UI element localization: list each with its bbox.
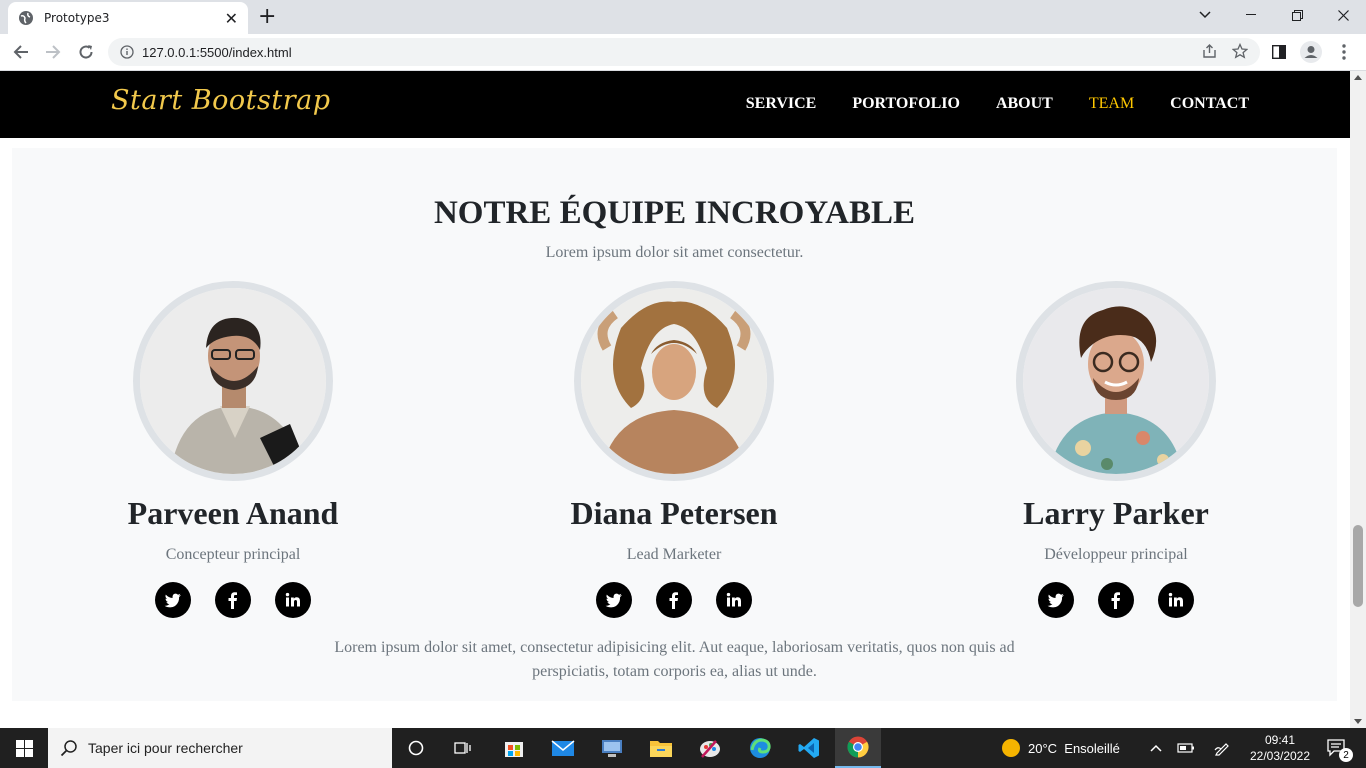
- url-text: 127.0.0.1:5500/index.html: [142, 44, 292, 60]
- nav-links: SERVICE PORTOFOLIO ABOUT TEAM CONTACT: [746, 95, 1249, 113]
- nav-link-about[interactable]: ABOUT: [996, 95, 1053, 113]
- control-panel-icon[interactable]: [589, 728, 635, 768]
- page-viewport: Start Bootstrap SERVICE PORTOFOLIO ABOUT…: [0, 71, 1350, 728]
- battery-icon[interactable]: [1176, 728, 1196, 768]
- twitter-icon: [605, 593, 622, 608]
- section-heading: NOTRE ÉQUIPE INCROYABLE: [433, 195, 916, 231]
- tray-chevron-up-icon[interactable]: [1146, 728, 1166, 768]
- facebook-button[interactable]: [656, 582, 692, 618]
- facebook-button[interactable]: [1098, 582, 1134, 618]
- twitter-button[interactable]: [1038, 582, 1074, 618]
- facebook-icon: [1111, 592, 1120, 609]
- close-tab-icon[interactable]: ✕: [225, 9, 238, 28]
- back-arrow-icon[interactable]: [9, 40, 33, 64]
- linkedin-icon: [1168, 592, 1183, 607]
- social-links: [62, 582, 404, 618]
- linkedin-button[interactable]: [1158, 582, 1194, 618]
- nav-link-contact[interactable]: CONTACT: [1170, 95, 1249, 113]
- more-menu-icon[interactable]: [1332, 40, 1356, 64]
- search-placeholder: Taper ici pour rechercher: [88, 740, 243, 756]
- tab-title: Prototype3: [44, 11, 110, 25]
- facebook-button[interactable]: [215, 582, 251, 618]
- restore-icon[interactable]: [1274, 0, 1320, 30]
- team-section: NOTRE ÉQUIPE INCROYABLE Lorem ipsum dolo…: [12, 148, 1337, 701]
- social-links: [503, 582, 845, 618]
- linkedin-icon: [726, 592, 741, 607]
- linkedin-button[interactable]: [716, 582, 752, 618]
- share-icon[interactable]: [1202, 43, 1218, 59]
- minimize-icon[interactable]: [1228, 0, 1274, 30]
- avatar: [133, 281, 333, 481]
- cortana-icon[interactable]: [393, 728, 439, 768]
- twitter-button[interactable]: [596, 582, 632, 618]
- mail-icon[interactable]: [540, 728, 586, 768]
- avatar: [574, 281, 774, 481]
- site-navbar: Start Bootstrap SERVICE PORTOFOLIO ABOUT…: [0, 71, 1350, 138]
- page-scrollbar[interactable]: [1350, 71, 1366, 728]
- site-info-icon[interactable]: [120, 45, 134, 59]
- forward-arrow-icon[interactable]: [41, 40, 65, 64]
- new-tab-icon[interactable]: +: [258, 4, 276, 30]
- edge-browser-icon[interactable]: [737, 728, 783, 768]
- task-view-icon[interactable]: [440, 728, 486, 768]
- member-role: Développeur principal: [1044, 546, 1188, 563]
- twitter-button[interactable]: [155, 582, 191, 618]
- scroll-down-arrow-icon[interactable]: [1354, 719, 1362, 724]
- browser-tab[interactable]: Prototype3 ✕: [8, 2, 248, 34]
- brand-logo[interactable]: Start Bootstrap: [111, 85, 330, 116]
- weather-widget[interactable]: 20°C Ensoleillé: [1002, 728, 1120, 768]
- taskbar-search-box[interactable]: Taper ici pour rechercher: [48, 728, 392, 768]
- linkedin-button[interactable]: [275, 582, 311, 618]
- globe-icon: [19, 11, 33, 25]
- twitter-icon: [1047, 593, 1064, 608]
- notification-center-icon[interactable]: 2: [1322, 728, 1353, 768]
- search-icon: [60, 740, 77, 757]
- social-links: [945, 582, 1287, 618]
- avatar: [1016, 281, 1216, 481]
- nav-link-portofolio[interactable]: PORTOFOLIO: [852, 95, 960, 113]
- pen-workspace-icon[interactable]: [1212, 728, 1232, 768]
- browser-tab-bar: Prototype3 ✕ +: [0, 0, 1366, 34]
- windows-taskbar: Taper ici pour rechercher 20°C Ensoleill…: [0, 728, 1366, 768]
- nav-link-team[interactable]: TEAM: [1089, 95, 1134, 113]
- microsoft-store-icon[interactable]: [491, 728, 537, 768]
- browser-toolbar: 127.0.0.1:5500/index.html: [0, 34, 1366, 71]
- member-role: Lead Marketer: [626, 546, 722, 563]
- file-explorer-icon[interactable]: [638, 728, 684, 768]
- clock-time: 09:41: [1264, 733, 1296, 747]
- reload-icon[interactable]: [74, 40, 98, 64]
- chrome-browser-icon[interactable]: [835, 728, 881, 768]
- close-window-icon[interactable]: [1320, 0, 1366, 30]
- twitter-icon: [164, 593, 181, 608]
- nav-link-service[interactable]: SERVICE: [746, 95, 817, 113]
- sun-icon: [1002, 739, 1020, 757]
- tab-search-chevron-icon[interactable]: [1182, 0, 1228, 30]
- section-footer-text: Lorem ipsum dolor sit amet, consectetur …: [334, 639, 1015, 680]
- system-clock[interactable]: 09:41 22/03/2022: [1246, 732, 1314, 764]
- clock-date: 22/03/2022: [1249, 749, 1311, 763]
- member-name: Parveen Anand: [127, 495, 339, 531]
- linkedin-icon: [285, 592, 300, 607]
- member-name: Diana Petersen: [570, 495, 778, 531]
- side-panel-icon[interactable]: [1267, 40, 1291, 64]
- member-name: Larry Parker: [1023, 495, 1209, 531]
- vscode-icon[interactable]: [786, 728, 832, 768]
- windows-start-icon[interactable]: [0, 728, 48, 768]
- facebook-icon: [669, 592, 678, 609]
- notification-count: 2: [1339, 748, 1353, 762]
- facebook-icon: [228, 592, 237, 609]
- address-bar[interactable]: 127.0.0.1:5500/index.html: [108, 38, 1260, 66]
- scrollbar-thumb[interactable]: [1353, 525, 1363, 607]
- section-subheading: Lorem ipsum dolor sit amet consectetur.: [545, 244, 804, 261]
- scroll-up-arrow-icon[interactable]: [1354, 75, 1362, 80]
- profile-avatar-icon[interactable]: [1299, 40, 1323, 64]
- paint-app-icon[interactable]: [687, 728, 733, 768]
- member-role: Concepteur principal: [165, 546, 301, 563]
- weather-text: 20°C Ensoleillé: [1028, 740, 1120, 756]
- bookmark-star-icon[interactable]: [1232, 43, 1248, 59]
